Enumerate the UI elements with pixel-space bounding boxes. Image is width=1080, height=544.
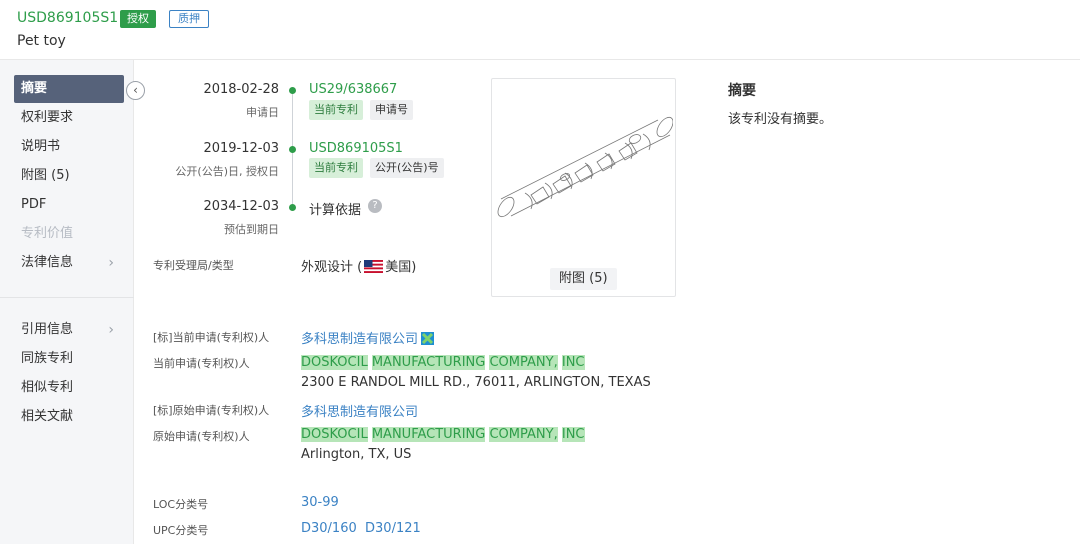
- original-applicant-name[interactable]: DOSKOCIL MANUFACTURING COMPANY, INC: [301, 427, 585, 442]
- chevron-right-icon: ›: [108, 255, 114, 271]
- pet-toy-drawing: [497, 116, 673, 218]
- patent-title: Pet toy: [17, 33, 66, 49]
- chevron-left-icon[interactable]: ‹: [126, 81, 145, 100]
- sidebar-item-pdf[interactable]: PDF: [14, 191, 124, 219]
- application-date: 2018-02-28: [203, 82, 279, 97]
- office-type-value: 外观设计 ( 美国): [301, 260, 417, 275]
- drawing-card[interactable]: 附图 (5): [491, 78, 676, 297]
- timeline-dot: [289, 146, 296, 153]
- sidebar-item-related[interactable]: 相关文献: [14, 403, 124, 431]
- company-icon[interactable]: [421, 332, 435, 345]
- sidebar-divider: [0, 297, 134, 298]
- application-number-link[interactable]: US29/638667: [309, 82, 397, 97]
- std-current-applicant-label: [标]当前申请(专利权)人: [153, 331, 270, 344]
- upc-link[interactable]: D30/160: [301, 521, 357, 536]
- current-applicant-label: 当前申请(专利权)人: [153, 357, 250, 370]
- sidebar-item-description[interactable]: 说明书: [14, 133, 124, 161]
- chevron-right-icon: ›: [108, 322, 114, 338]
- patent-number: USD869105S1: [17, 10, 119, 26]
- std-current-applicant: 多科思制造有限公司: [301, 328, 435, 347]
- publication-date-label: 公开(公告)日, 授权日: [175, 165, 279, 178]
- drawings-button[interactable]: 附图 (5): [550, 268, 617, 290]
- sidebar-item-family[interactable]: 同族专利: [14, 345, 124, 373]
- current-applicant-name[interactable]: DOSKOCIL MANUFACTURING COMPANY, INC: [301, 355, 585, 370]
- loc-value-link[interactable]: 30-99: [301, 495, 339, 510]
- upc-label: UPC分类号: [153, 524, 209, 537]
- application-number-tag: 申请号: [370, 100, 413, 120]
- pledge-badge: 质押: [169, 10, 209, 28]
- sidebar-item-citations[interactable]: 引用信息 ›: [14, 316, 124, 344]
- upc-values: D30/160 D30/121: [301, 521, 421, 536]
- sidebar-item-similar[interactable]: 相似专利: [14, 374, 124, 402]
- office-type-label: 专利受理局/类型: [153, 259, 234, 272]
- std-original-applicant-link[interactable]: 多科思制造有限公司: [301, 401, 418, 420]
- abstract-title: 摘要: [728, 83, 756, 99]
- sidebar-item-value: 专利价值: [21, 226, 74, 241]
- calculation-basis: 计算依据: [309, 203, 362, 218]
- sidebar-item-legal[interactable]: 法律信息 ›: [14, 249, 124, 277]
- sidebar-item-abstract[interactable]: 摘要: [14, 75, 124, 103]
- current-applicant-address: 2300 E RANDOL MILL RD., 76011, ARLINGTON…: [301, 375, 651, 390]
- current-patent-tag: 当前专利: [309, 158, 363, 178]
- expiry-date: 2034-12-03: [203, 199, 279, 214]
- current-patent-tag: 当前专利: [309, 100, 363, 120]
- std-current-applicant-link[interactable]: 多科思制造有限公司: [301, 332, 418, 347]
- publication-number-link[interactable]: USD869105S1: [309, 141, 403, 156]
- sidebar-item-claims[interactable]: 权利要求: [14, 104, 124, 132]
- sidebar-item-drawings[interactable]: 附图 (5): [14, 162, 124, 190]
- application-date-label: 申请日: [246, 106, 279, 119]
- timeline-dot: [289, 87, 296, 94]
- publication-date: 2019-12-03: [203, 141, 279, 156]
- original-applicant-label: 原始申请(专利权)人: [153, 430, 250, 443]
- loc-label: LOC分类号: [153, 498, 209, 511]
- upc-link[interactable]: D30/121: [365, 521, 421, 536]
- status-badge: 授权: [120, 10, 156, 28]
- sidebar-nav: 摘要 权利要求 说明书 附图 (5) PDF 专利价值 法律信息 › 引用信息 › …: [0, 60, 134, 544]
- abstract-text: 该专利没有摘要。: [728, 112, 833, 127]
- timeline-dot: [289, 204, 296, 211]
- info-icon[interactable]: ?: [368, 199, 382, 213]
- publication-number-tag: 公开(公告)号: [370, 158, 444, 178]
- us-flag-icon: [364, 260, 384, 273]
- expiry-date-label: 预估到期日: [224, 223, 279, 236]
- original-applicant-address: Arlington, TX, US: [301, 447, 412, 462]
- std-original-applicant-label: [标]原始申请(专利权)人: [153, 404, 270, 417]
- patent-header: USD869105S1 授权 质押 Pet toy: [0, 0, 1080, 60]
